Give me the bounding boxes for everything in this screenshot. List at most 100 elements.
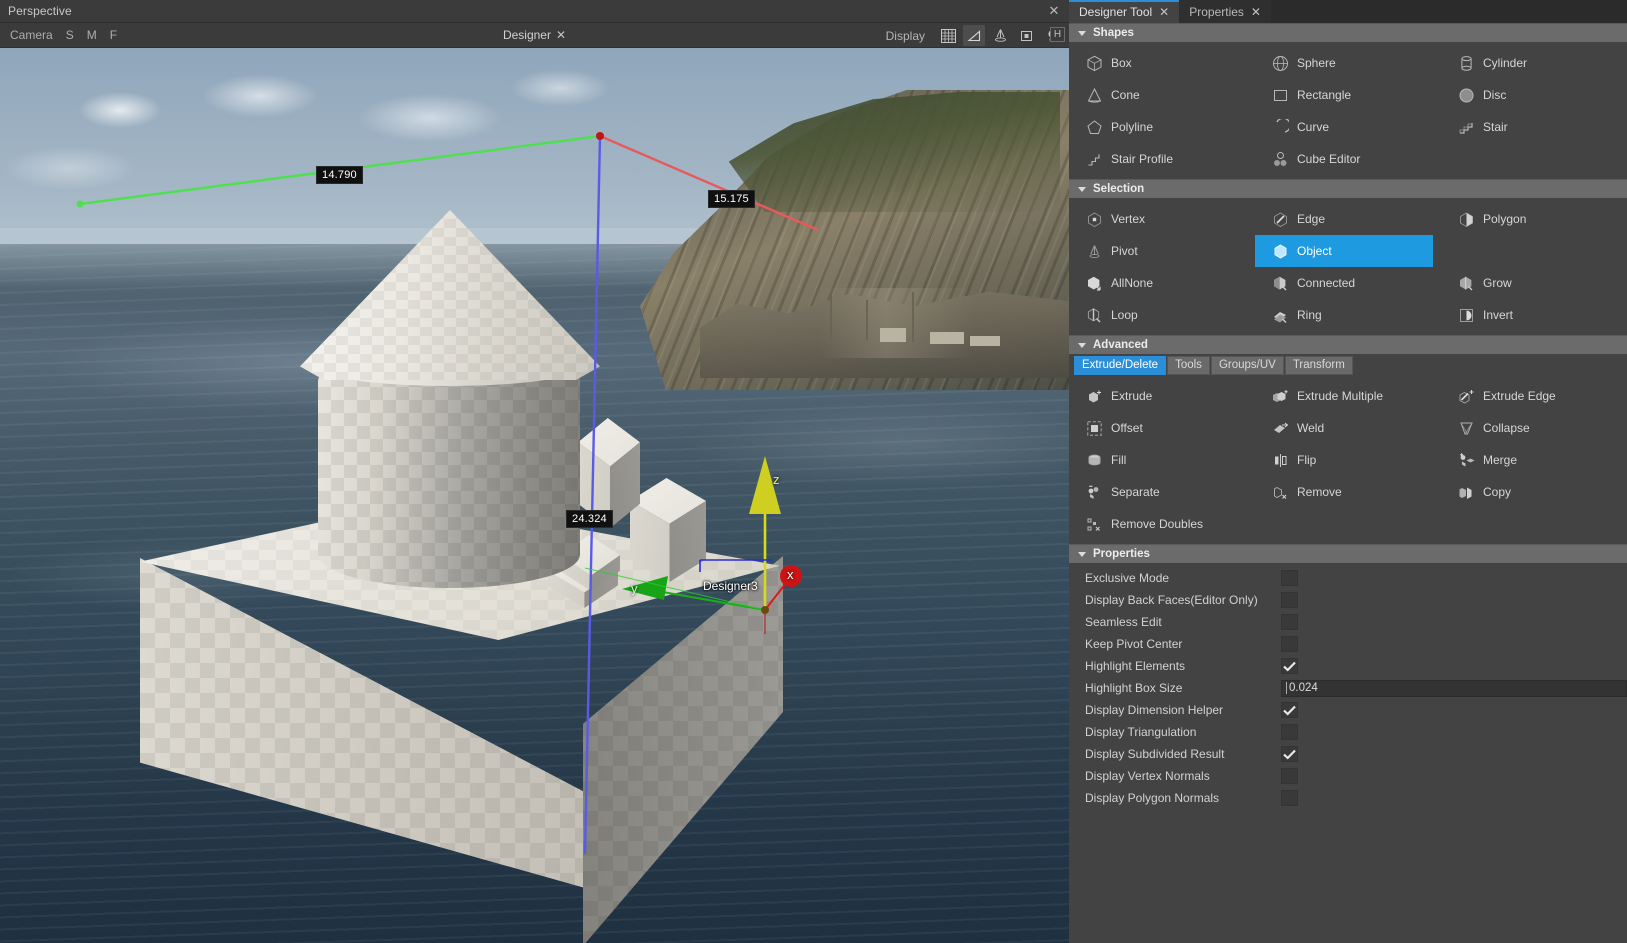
- prop-display-triangulation-checkbox[interactable]: [1281, 724, 1298, 740]
- selection-pivot[interactable]: Pivot: [1069, 235, 1255, 267]
- shape-polyline[interactable]: Polyline: [1069, 111, 1255, 143]
- prop-exclusive-mode-checkbox[interactable]: [1281, 570, 1298, 586]
- advanced-tabbar: Extrude/Delete Tools Groups/UV Transform: [1069, 354, 1627, 375]
- selection-invert[interactable]: Invert: [1441, 299, 1627, 331]
- shape-rectangle[interactable]: Rectangle: [1255, 79, 1441, 111]
- shape-stair[interactable]: Stair: [1441, 111, 1627, 143]
- advanced-separate[interactable]: Separate: [1069, 476, 1255, 508]
- advanced-collapse[interactable]: Collapse: [1441, 412, 1627, 444]
- shape-cube-editor[interactable]: Cube Editor: [1255, 143, 1441, 175]
- viewport-toolbar-right: Display: [886, 23, 1069, 48]
- advanced-flip[interactable]: Flip: [1255, 444, 1441, 476]
- viewport-tab-close-icon[interactable]: ✕: [556, 28, 566, 42]
- section-header-selection[interactable]: Selection: [1069, 179, 1627, 198]
- advanced-tab-groups-uv[interactable]: Groups/UV: [1210, 356, 1284, 375]
- tab-properties[interactable]: Properties ✕: [1179, 0, 1271, 23]
- ring-icon: [1271, 306, 1289, 324]
- section-header-advanced[interactable]: Advanced: [1069, 335, 1627, 354]
- shape-cone[interactable]: Cone: [1069, 79, 1255, 111]
- dimension-label-green: 14.790: [316, 166, 363, 184]
- mode-menu-m[interactable]: M: [87, 28, 97, 42]
- tab-properties-close-icon[interactable]: ✕: [1251, 5, 1261, 19]
- prop-highlight-elements-checkbox[interactable]: [1281, 658, 1298, 674]
- camera-menu[interactable]: Camera: [10, 28, 53, 42]
- remove-icon: [1271, 483, 1289, 501]
- box-icon[interactable]: [1015, 25, 1037, 46]
- selection-allnone[interactable]: AllNone: [1069, 267, 1255, 299]
- grid-icon[interactable]: [937, 25, 959, 46]
- advanced-tab-transform[interactable]: Transform: [1284, 356, 1353, 375]
- shape-disc[interactable]: Disc: [1441, 79, 1627, 111]
- 3d-scene[interactable]: 14.790 15.175 24.324 z y x Designer3: [0, 48, 1069, 943]
- filter-menu-f[interactable]: F: [110, 28, 117, 42]
- prop-display-subdivided-result-checkbox[interactable]: [1281, 746, 1298, 762]
- highlight-box-size-input[interactable]: 0.024: [1281, 679, 1627, 697]
- viewport-h-button[interactable]: H: [1050, 27, 1065, 42]
- selection-vertex[interactable]: Vertex: [1069, 203, 1255, 235]
- selection-polygon[interactable]: Polygon: [1441, 203, 1627, 235]
- tab-designer-tool[interactable]: Designer Tool ✕: [1069, 0, 1180, 23]
- advanced-copy[interactable]: Copy: [1441, 476, 1627, 508]
- shape-curve[interactable]: Curve: [1255, 111, 1441, 143]
- edge-icon: [1271, 210, 1289, 228]
- advanced-extrude-multiple[interactable]: Extrude Multiple: [1255, 380, 1441, 412]
- advanced-offset[interactable]: Offset: [1069, 412, 1255, 444]
- prop-exclusive-mode: Exclusive Mode: [1069, 567, 1627, 589]
- chevron-down-icon: [1078, 30, 1086, 36]
- prop-seamless-edit-checkbox[interactable]: [1281, 614, 1298, 630]
- shape-sphere[interactable]: Sphere: [1255, 47, 1441, 79]
- pivot-icon: [1085, 242, 1103, 260]
- advanced-extrude[interactable]: Extrude: [1069, 380, 1255, 412]
- section-header-shapes[interactable]: Shapes: [1069, 23, 1627, 42]
- shape-rectangle-label: Rectangle: [1297, 88, 1352, 102]
- selection-object[interactable]: Object: [1255, 235, 1433, 267]
- shape-box[interactable]: Box: [1069, 47, 1255, 79]
- shading-menu-s[interactable]: S: [66, 28, 74, 42]
- display-menu[interactable]: Display: [886, 29, 925, 43]
- shapes-grid: Box Sphere Cylinder Cone Rectangle Disc …: [1069, 42, 1627, 179]
- prop-highlight-box-size: Highlight Box Size 0.024: [1069, 677, 1627, 699]
- advanced-tab-extrude-delete[interactable]: Extrude/Delete: [1074, 356, 1167, 375]
- advanced-remove[interactable]: Remove: [1255, 476, 1441, 508]
- shape-cylinder[interactable]: Cylinder: [1441, 47, 1627, 79]
- selection-polygon-label: Polygon: [1483, 212, 1527, 226]
- shape-stair-profile[interactable]: Stair Profile: [1069, 143, 1255, 175]
- tab-designer-tool-close-icon[interactable]: ✕: [1159, 5, 1169, 19]
- chevron-down-icon: [1078, 551, 1086, 557]
- advanced-fill[interactable]: Fill: [1069, 444, 1255, 476]
- vertex-icon: [1085, 210, 1103, 228]
- chevron-down-icon: [1078, 186, 1086, 192]
- prop-display-back-faces-label: Display Back Faces(Editor Only): [1085, 593, 1258, 607]
- viewport-close-icon[interactable]: ✕: [1047, 4, 1061, 18]
- advanced-remove-doubles[interactable]: Remove Doubles: [1069, 508, 1255, 540]
- prop-display-polygon-normals-checkbox[interactable]: [1281, 790, 1298, 806]
- triangle-icon[interactable]: [963, 25, 985, 46]
- prop-keep-pivot-center-checkbox[interactable]: [1281, 636, 1298, 652]
- selection-connected-label: Connected: [1297, 276, 1356, 290]
- selection-edge[interactable]: Edge: [1255, 203, 1441, 235]
- advanced-merge[interactable]: Merge: [1441, 444, 1627, 476]
- prop-highlight-elements-label: Highlight Elements: [1085, 659, 1186, 673]
- selection-connected[interactable]: Connected: [1255, 267, 1441, 299]
- offset-icon: [1085, 419, 1103, 437]
- section-title-selection: Selection: [1093, 183, 1145, 195]
- advanced-extrude-edge[interactable]: Extrude Edge: [1441, 380, 1627, 412]
- section-header-properties[interactable]: Properties: [1069, 544, 1627, 563]
- advanced-tab-tools[interactable]: Tools: [1167, 356, 1210, 375]
- pivot-icon[interactable]: [989, 25, 1011, 46]
- prop-exclusive-mode-label: Exclusive Mode: [1085, 571, 1170, 585]
- selection-grow[interactable]: Grow: [1441, 267, 1627, 299]
- viewport-tab[interactable]: Designer ✕: [503, 28, 566, 42]
- panel-tabbar: Designer Tool ✕ Properties ✕: [1069, 0, 1627, 23]
- selection-loop[interactable]: Loop: [1069, 299, 1255, 331]
- prop-display-dimension-helper-checkbox[interactable]: [1281, 702, 1298, 718]
- advanced-remove-doubles-label: Remove Doubles: [1111, 517, 1204, 531]
- prop-display-back-faces-checkbox[interactable]: [1281, 592, 1298, 608]
- advanced-weld[interactable]: Weld: [1255, 412, 1441, 444]
- selection-ring[interactable]: Ring: [1255, 299, 1441, 331]
- advanced-extrude-edge-label: Extrude Edge: [1483, 389, 1556, 403]
- rectangle-icon: [1271, 86, 1289, 104]
- prop-display-vertex-normals-checkbox[interactable]: [1281, 768, 1298, 784]
- advanced-remove-label: Remove: [1297, 485, 1342, 499]
- weld-icon: [1271, 419, 1289, 437]
